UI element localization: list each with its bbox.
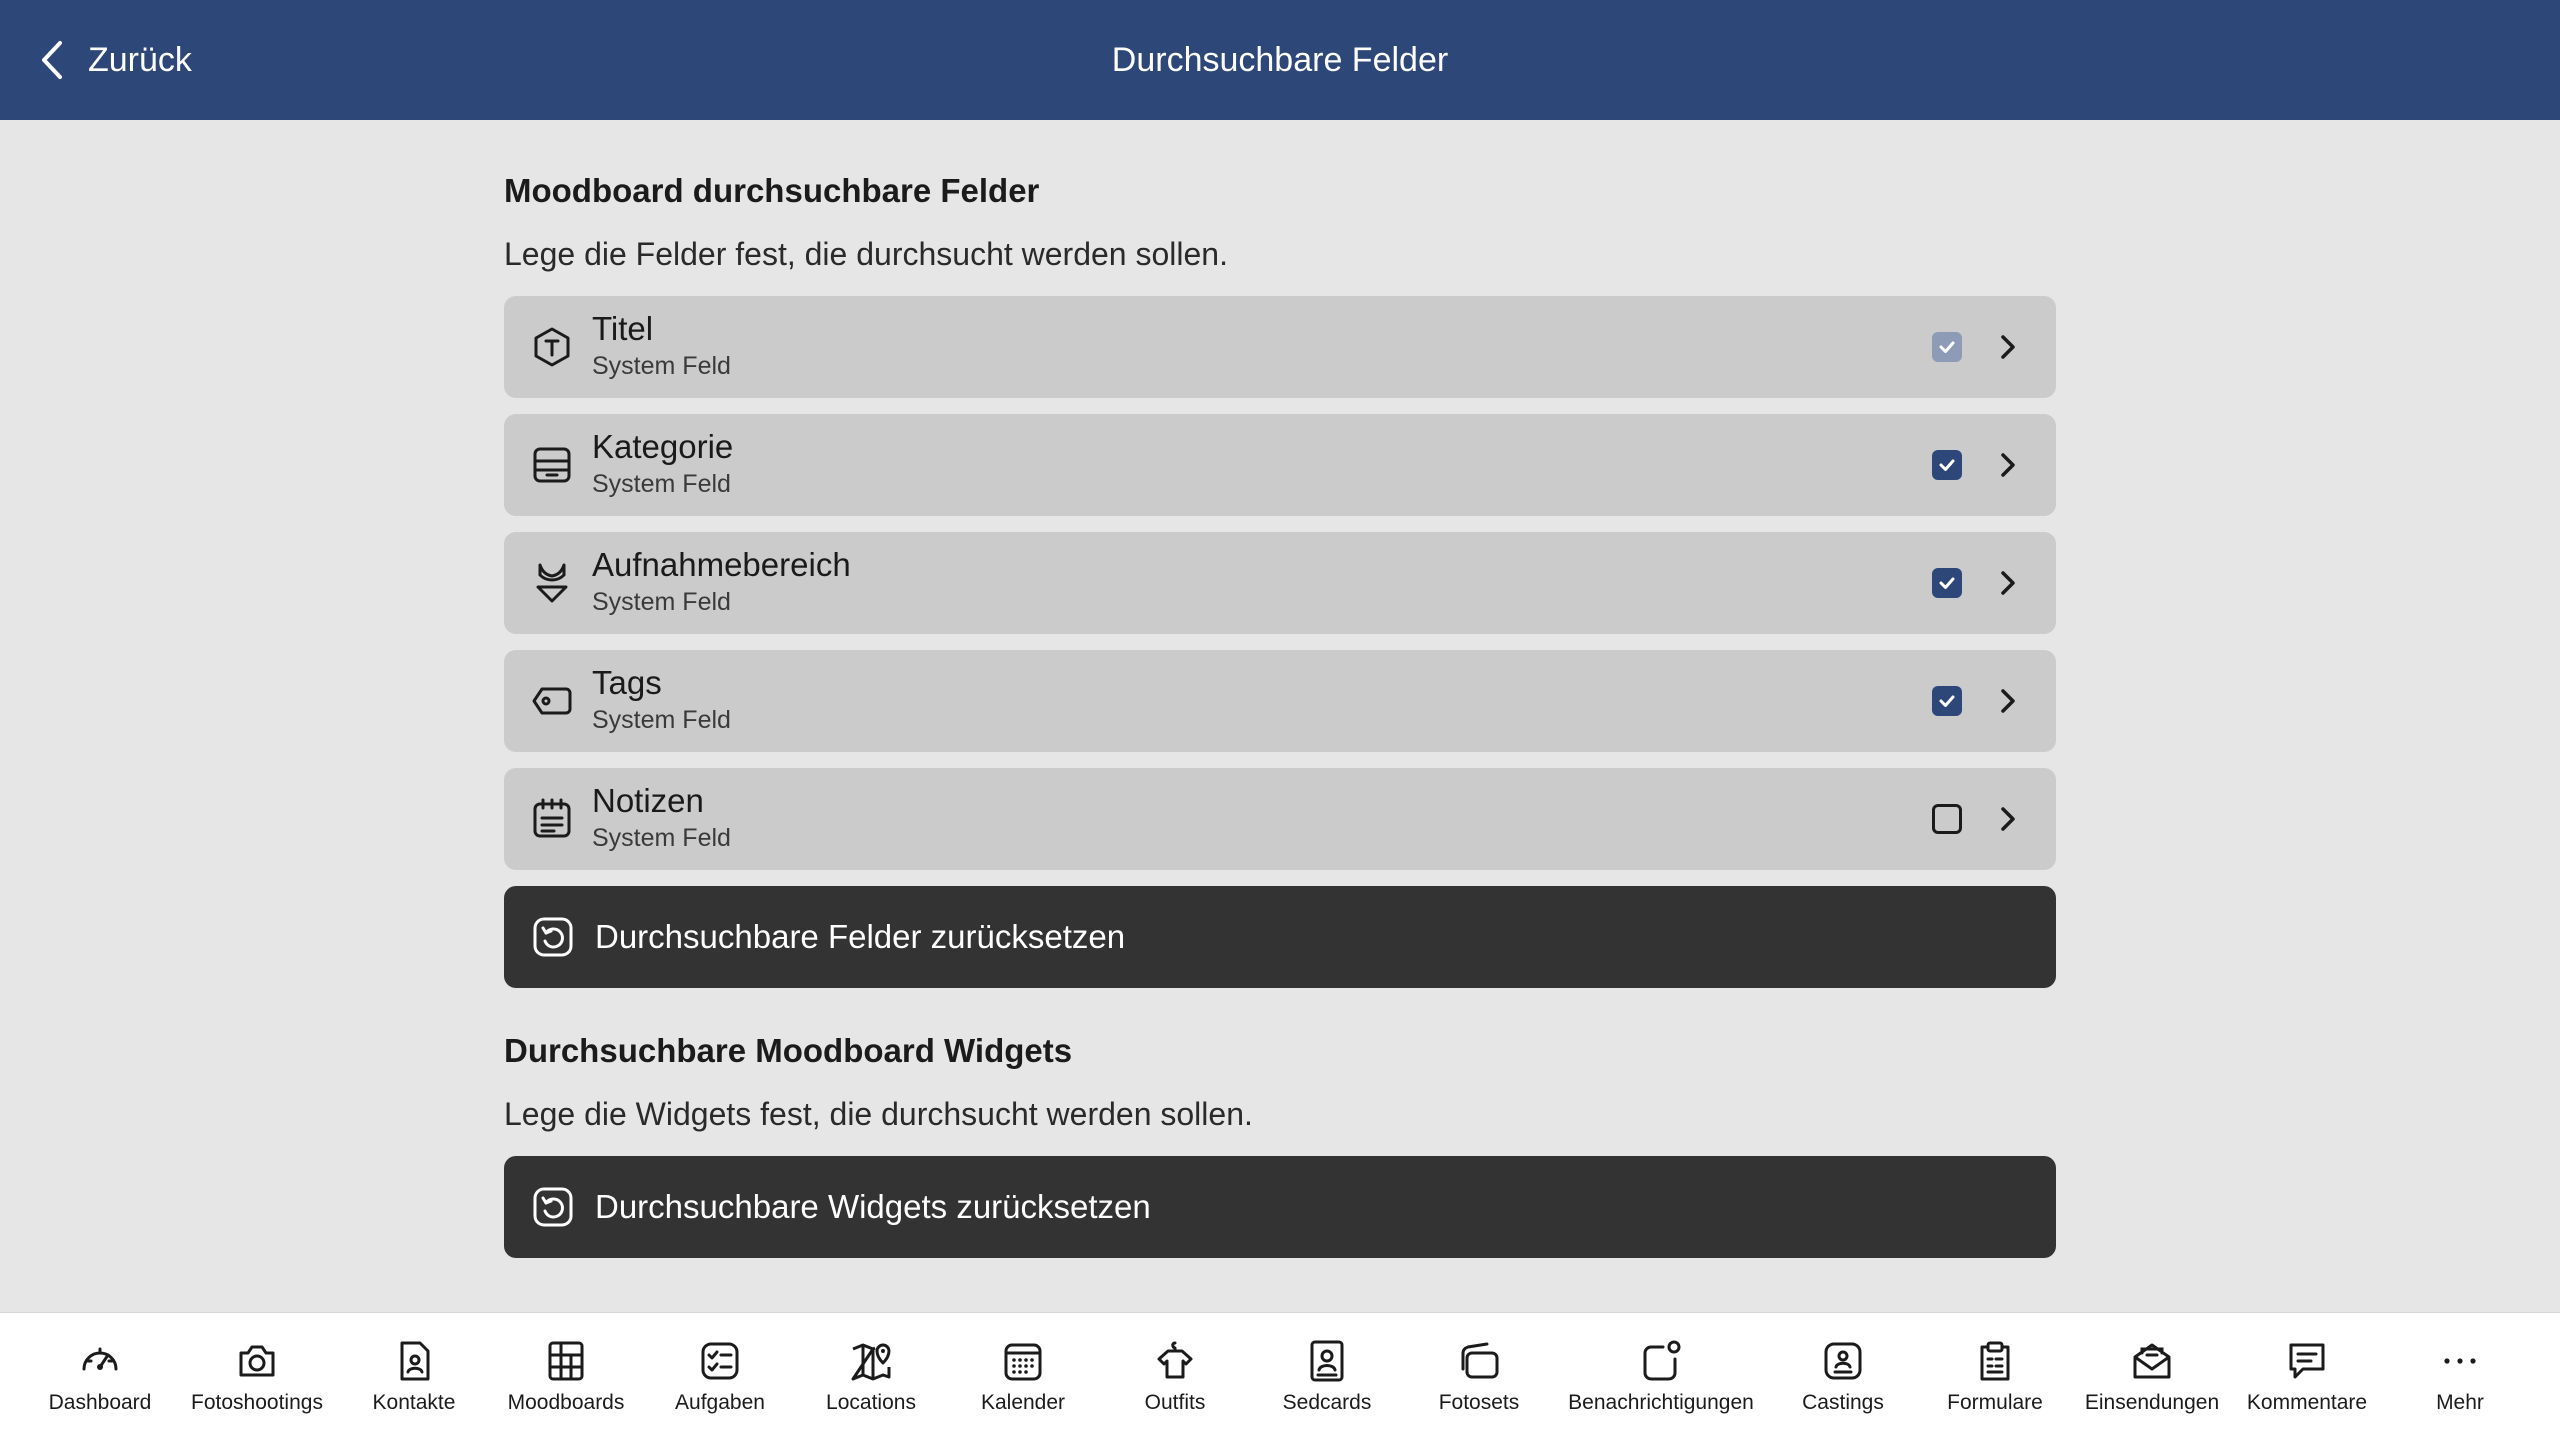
- field-checkbox-tags[interactable]: [1932, 686, 1962, 716]
- field-label: Titel: [592, 310, 654, 347]
- reset-widgets-label: Durchsuchbare Widgets zurücksetzen: [595, 1188, 1151, 1225]
- tab-label: Kommentare: [2246, 1391, 2368, 1414]
- chevron-right-icon: [2001, 453, 2015, 477]
- tab-label: Benachrichtigungen: [1568, 1391, 1754, 1414]
- chevron-right-icon: [2001, 335, 2015, 359]
- field-row-aufnahmebereich[interactable]: Aufnahmebereich System Feld: [504, 532, 2056, 634]
- tab-label: Einsendungen: [2084, 1391, 2220, 1414]
- tab-benachrichtigungen[interactable]: Benachrichtigungen: [1568, 1313, 1754, 1441]
- sedcard-icon: [1310, 1340, 1344, 1382]
- field-label: Notizen: [592, 782, 704, 819]
- field-type: System Feld: [592, 470, 731, 498]
- calendar-icon: [1004, 1343, 1042, 1381]
- field-label: Kategorie: [592, 428, 734, 465]
- contact-card-icon: [400, 1341, 430, 1381]
- chevron-right-icon: [2001, 689, 2015, 713]
- chevron-right-icon: [2001, 807, 2015, 831]
- reset-fields-button[interactable]: Durchsuchbare Felder zurücksetzen: [504, 886, 2056, 988]
- field-row-titel[interactable]: Titel System Feld: [504, 296, 2056, 398]
- tab-mehr[interactable]: Mehr: [2400, 1313, 2520, 1441]
- tab-einsendungen[interactable]: Einsendungen: [2080, 1313, 2224, 1441]
- checkmark-icon: [1939, 695, 1955, 707]
- field-type: System Feld: [592, 588, 731, 616]
- field-row-kategorie[interactable]: Kategorie System Feld: [504, 414, 2056, 516]
- camera-icon: [239, 1345, 275, 1377]
- map-pin-icon: [851, 1343, 891, 1381]
- top-navigation-bar: Zurück Durchsuchbare Felder: [0, 0, 2560, 120]
- field-checkbox-titel[interactable]: [1932, 332, 1962, 362]
- tab-castings[interactable]: Castings: [1782, 1313, 1904, 1441]
- envelope-open-icon: [2133, 1343, 2171, 1379]
- notes-icon: [530, 797, 574, 841]
- tab-locations[interactable]: Locations: [810, 1313, 932, 1441]
- reset-icon: [533, 1187, 573, 1227]
- more-dots-icon: [2444, 1358, 2476, 1364]
- fields-section-description: Lege die Felder fest, die durchsucht wer…: [504, 236, 1228, 272]
- checkmark-icon: [1939, 341, 1955, 353]
- tab-kalender[interactable]: Kalender: [962, 1313, 1084, 1441]
- tab-label: Kalender: [980, 1391, 1066, 1414]
- tab-dashboard[interactable]: Dashboard: [30, 1313, 170, 1441]
- tab-label: Moodboards: [507, 1391, 625, 1414]
- tab-fotoshootings[interactable]: Fotoshootings: [180, 1313, 334, 1441]
- reset-icon: [533, 917, 573, 957]
- task-list-icon: [701, 1342, 739, 1380]
- tab-label: Aufgaben: [675, 1391, 765, 1414]
- widgets-section-description: Lege die Widgets fest, die durchsucht we…: [504, 1096, 1253, 1132]
- field-checkbox-notizen[interactable]: [1932, 804, 1962, 834]
- field-row-tags[interactable]: Tags System Feld: [504, 650, 2056, 752]
- chevron-right-icon: [2001, 571, 2015, 595]
- tab-outfits[interactable]: Outfits: [1114, 1313, 1236, 1441]
- field-checkbox-aufnahmebereich[interactable]: [1932, 568, 1962, 598]
- tab-label: Fotoshootings: [191, 1391, 323, 1414]
- tab-label: Outfits: [1144, 1391, 1206, 1414]
- tab-label: Sedcards: [1282, 1391, 1372, 1414]
- tab-kommentare[interactable]: Kommentare: [2240, 1313, 2374, 1441]
- field-label: Tags: [592, 664, 662, 701]
- checkmark-icon: [1939, 577, 1955, 589]
- field-row-notizen[interactable]: Notizen System Feld: [504, 768, 2056, 870]
- photo-stack-icon: [1461, 1342, 1499, 1379]
- page-title: Durchsuchbare Felder: [1111, 40, 1449, 79]
- widgets-section-title: Durchsuchbare Moodboard Widgets: [504, 1032, 1073, 1069]
- tab-label: Dashboard: [48, 1391, 152, 1414]
- comment-icon: [2289, 1343, 2325, 1379]
- tab-moodboards[interactable]: Moodboards: [496, 1313, 636, 1441]
- bottom-tab-bar: Dashboard Fotoshootings Kontakte Moodboa…: [0, 1312, 2560, 1441]
- speedometer-icon: [82, 1347, 118, 1371]
- clipboard-form-icon: [1980, 1341, 2010, 1381]
- bikini-icon: [530, 561, 574, 605]
- reset-fields-label: Durchsuchbare Felder zurücksetzen: [595, 918, 1126, 955]
- reset-widgets-button[interactable]: Durchsuchbare Widgets zurücksetzen: [504, 1156, 2056, 1258]
- field-type: System Feld: [592, 824, 731, 852]
- field-type: System Feld: [592, 706, 731, 734]
- tab-formulare[interactable]: Formulare: [1934, 1313, 2056, 1441]
- fields-section-title: Moodboard durchsuchbare Felder: [504, 172, 1040, 209]
- tab-label: Mehr: [2436, 1391, 2484, 1414]
- field-label: Aufnahmebereich: [592, 546, 851, 583]
- shirt-icon: [1157, 1341, 1193, 1379]
- tab-label: Castings: [1802, 1391, 1884, 1414]
- tab-aufgaben[interactable]: Aufgaben: [660, 1313, 780, 1441]
- tag-icon: [530, 679, 574, 723]
- notification-icon: [1643, 1340, 1681, 1381]
- checkmark-icon: [1939, 459, 1955, 471]
- field-type: System Feld: [592, 352, 731, 380]
- moodboard-grid-icon: [548, 1341, 584, 1381]
- tab-label: Formulare: [1947, 1391, 2043, 1414]
- casting-icon: [1824, 1342, 1862, 1380]
- archive-box-icon: [530, 443, 574, 487]
- tab-label: Fotosets: [1438, 1391, 1520, 1414]
- tab-sedcards[interactable]: Sedcards: [1266, 1313, 1388, 1441]
- tab-fotosets[interactable]: Fotosets: [1418, 1313, 1540, 1441]
- tab-kontakte[interactable]: Kontakte: [354, 1313, 474, 1441]
- field-checkbox-kategorie[interactable]: [1932, 450, 1962, 480]
- title-hexagon-icon: [530, 325, 574, 369]
- tab-label: Locations: [826, 1391, 916, 1414]
- tab-label: Kontakte: [372, 1391, 456, 1414]
